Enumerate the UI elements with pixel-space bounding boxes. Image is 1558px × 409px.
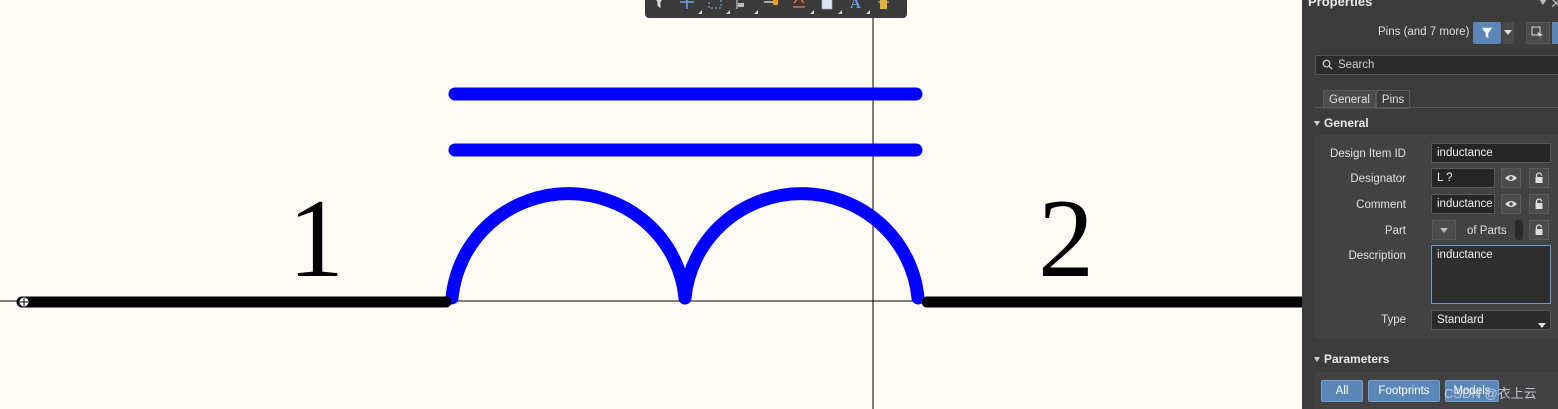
description-textarea[interactable]: inductance (1431, 245, 1551, 304)
comment-label: Comment (1356, 199, 1406, 211)
chevron-down-icon (1538, 317, 1546, 331)
filter-dropdown-arrow[interactable] (1502, 22, 1514, 44)
type-select[interactable]: Standard (1431, 310, 1551, 330)
search-input[interactable]: Search (1315, 55, 1558, 75)
search-icon (1322, 59, 1333, 73)
lock-icon[interactable] (1529, 220, 1549, 240)
filter-summary: Pins (and 7 more) (1378, 26, 1470, 38)
collapse-triangle-icon (1314, 357, 1320, 363)
coil-arc-2 (678, 187, 925, 305)
inductor-symbol: 1 2 (0, 0, 1302, 409)
pin-2-number: 2 (1038, 177, 1094, 301)
coil-arc-1 (445, 187, 692, 305)
filter-icon[interactable] (651, 0, 675, 16)
place-pin-icon[interactable] (763, 0, 787, 16)
parameters-section-header[interactable]: Parameters (1314, 352, 1389, 366)
select-cursor-icon (1531, 26, 1543, 39)
of-parts-label: of Parts (1467, 225, 1507, 237)
design-item-id-label: Design Item ID (1329, 148, 1406, 160)
design-item-id-field[interactable]: inductance (1431, 143, 1551, 163)
panel-title: Properties (1308, 0, 1373, 9)
collapse-triangle-icon (1314, 121, 1320, 127)
align-icon[interactable] (735, 0, 759, 16)
select-objects-button[interactable] (1526, 22, 1550, 44)
designator-field[interactable]: L ? (1431, 168, 1495, 188)
watermark: CSDN @衣上云 (1444, 386, 1537, 401)
ieee-symbol-icon[interactable] (791, 0, 815, 16)
type-label: Type (1381, 314, 1406, 326)
place-text-icon[interactable]: A (847, 0, 871, 16)
crosshair-icon[interactable] (679, 0, 703, 16)
svg-text:A: A (850, 0, 861, 10)
schematic-canvas[interactable]: 1 2 A (0, 0, 1302, 409)
general-section-header[interactable]: General (1314, 116, 1369, 130)
part-count-field (1515, 220, 1523, 240)
pin-hotspot-marker (18, 296, 30, 308)
parameters-section-title: Parameters (1324, 352, 1390, 366)
general-section-title: General (1324, 116, 1369, 130)
layer-toggle-button[interactable] (1552, 22, 1558, 44)
lock-icon[interactable] (1529, 168, 1549, 188)
pin-1-number: 1 (288, 177, 344, 301)
param-filter-all-button[interactable]: All (1321, 380, 1363, 402)
pin-panel-icon[interactable] (1538, 0, 1548, 10)
type-select-value: Standard (1437, 314, 1484, 326)
component-icon[interactable] (875, 0, 899, 16)
selection-filter-button[interactable] (1473, 22, 1501, 44)
eye-icon[interactable] (1501, 194, 1521, 214)
active-bar-toolbar: A (645, 0, 907, 18)
part-label: Part (1384, 225, 1406, 237)
description-label: Description (1348, 250, 1406, 262)
chevron-down-icon (1504, 30, 1512, 35)
lock-icon[interactable] (1529, 194, 1549, 214)
note-icon[interactable] (819, 0, 843, 16)
eye-icon[interactable] (1501, 168, 1521, 188)
part-dropdown[interactable] (1432, 220, 1456, 240)
properties-panel: Properties Pins (and 7 more) Search Gene… (1302, 0, 1558, 409)
select-region-icon[interactable] (707, 0, 731, 16)
chevron-down-icon (1440, 227, 1448, 233)
close-icon[interactable] (1551, 0, 1558, 10)
filter-icon (1481, 27, 1493, 39)
param-filter-footprints-button[interactable]: Footprints (1368, 380, 1440, 402)
comment-field[interactable]: inductance (1431, 194, 1495, 214)
tabs-divider (1315, 107, 1558, 108)
designator-label: Designator (1350, 173, 1406, 185)
